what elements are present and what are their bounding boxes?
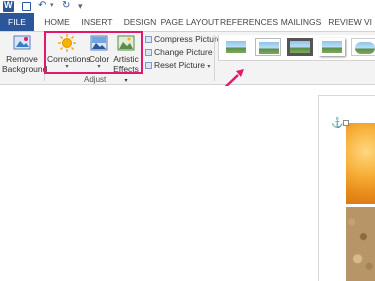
anchor-icon[interactable]: ⚓: [331, 118, 343, 129]
resize-handle[interactable]: [343, 120, 349, 126]
selected-picture[interactable]: [346, 123, 375, 204]
picture[interactable]: [346, 207, 375, 281]
